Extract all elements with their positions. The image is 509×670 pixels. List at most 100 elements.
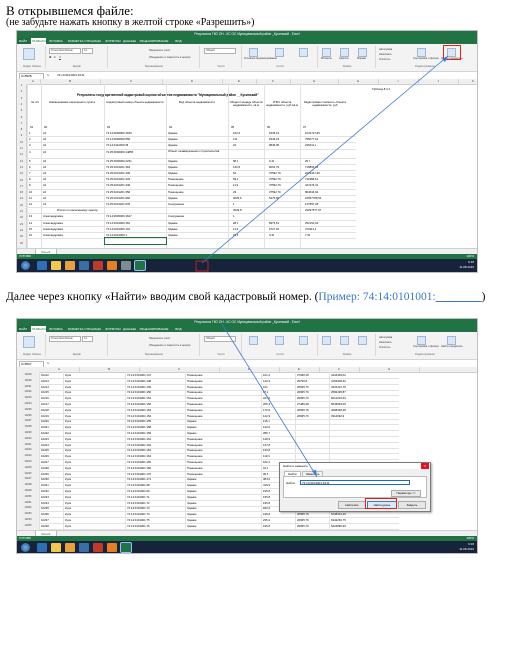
- sort-filter-icon[interactable]: [417, 336, 426, 345]
- row-number[interactable]: 12: [17, 153, 26, 156]
- excel-taskbar-icon[interactable]: [134, 260, 146, 271]
- row-number[interactable]: 10245: [17, 466, 39, 469]
- explorer-icon[interactable]: [51, 261, 61, 270]
- format-table-icon[interactable]: [275, 336, 284, 345]
- conditional-format-icon[interactable]: [249, 48, 258, 57]
- fill-button[interactable]: Заполнить: [379, 53, 392, 56]
- chrome-icon[interactable]: [93, 261, 103, 270]
- column-header[interactable]: D: [162, 79, 223, 84]
- column-header[interactable]: G: [359, 367, 420, 372]
- row-number[interactable]: 2: [17, 90, 26, 93]
- firefox-icon[interactable]: [107, 543, 117, 552]
- column-header[interactable]: I: [378, 79, 419, 84]
- chrome-icon[interactable]: [93, 543, 103, 552]
- bold-button[interactable]: Ж: [49, 56, 51, 59]
- font-name-select[interactable]: Times New Roman: [49, 336, 81, 342]
- row-number[interactable]: 10241: [17, 443, 39, 446]
- row-number[interactable]: 19: [17, 197, 26, 200]
- close-button[interactable]: Закрыть: [398, 501, 426, 509]
- selected-cell[interactable]: [104, 237, 167, 245]
- insert-cells-icon[interactable]: [322, 48, 331, 57]
- start-button-icon[interactable]: [21, 261, 30, 270]
- row-number[interactable]: 1: [17, 84, 26, 87]
- merge-center-button[interactable]: Объединить и поместить в центре: [149, 344, 190, 347]
- underline-button[interactable]: Ч: [59, 56, 61, 59]
- column-header[interactable]: C: [100, 79, 163, 84]
- row-number[interactable]: 10234: [17, 402, 39, 405]
- row-number[interactable]: 10238: [17, 425, 39, 428]
- delete-cells-icon[interactable]: [340, 48, 349, 57]
- wrap-text-button[interactable]: Переносить текст: [149, 337, 170, 340]
- number-format-select[interactable]: Общий: [204, 48, 236, 54]
- word-icon[interactable]: [79, 261, 89, 270]
- format-cells-icon[interactable]: [358, 336, 367, 345]
- explorer-icon[interactable]: [51, 543, 61, 552]
- sort-filter-icon[interactable]: [417, 48, 426, 57]
- column-header[interactable]: J: [418, 79, 459, 84]
- fill-button[interactable]: Заполнить: [379, 341, 392, 344]
- conditional-format-icon[interactable]: [249, 336, 258, 345]
- row-number[interactable]: 15: [17, 172, 26, 175]
- firefox-icon[interactable]: [107, 261, 117, 270]
- row-number[interactable]: 22: [17, 216, 26, 219]
- media-icon[interactable]: [65, 543, 75, 552]
- column-header[interactable]: D: [219, 367, 280, 372]
- row-number[interactable]: 10230: [17, 379, 39, 382]
- close-icon[interactable]: ×: [421, 463, 429, 469]
- cell-styles-icon[interactable]: [299, 48, 308, 57]
- row-number[interactable]: 26: [17, 242, 26, 245]
- row-number[interactable]: 10233: [17, 396, 39, 399]
- wrap-text-button[interactable]: Переносить текст: [149, 49, 170, 52]
- options-button[interactable]: Параметры >>: [391, 490, 421, 497]
- app-icon[interactable]: [121, 261, 131, 270]
- column-header[interactable]: F: [256, 79, 291, 84]
- find-select-icon[interactable]: [447, 336, 456, 345]
- row-number[interactable]: 25: [17, 235, 26, 238]
- find-all-button[interactable]: Найти все: [338, 501, 366, 509]
- ie-icon[interactable]: [37, 261, 47, 270]
- row-number[interactable]: 5: [17, 109, 26, 112]
- row-number[interactable]: 8: [17, 128, 26, 131]
- row-number[interactable]: 10248: [17, 483, 39, 486]
- row-number[interactable]: 10232: [17, 390, 39, 393]
- row-number[interactable]: 10252: [17, 506, 39, 509]
- row-number[interactable]: 24: [17, 229, 26, 232]
- cell-styles-icon[interactable]: [299, 336, 308, 345]
- format-table-icon[interactable]: [275, 48, 284, 57]
- row-number[interactable]: 16: [17, 179, 26, 182]
- row-number[interactable]: 9: [17, 134, 26, 137]
- autosum-button[interactable]: Автосумма: [379, 336, 392, 339]
- insert-cells-icon[interactable]: [322, 336, 331, 345]
- column-header[interactable]: G: [290, 79, 339, 84]
- merge-center-button[interactable]: Объединить и поместить в центре: [149, 56, 190, 59]
- row-number[interactable]: 10249: [17, 489, 39, 492]
- clear-button[interactable]: Очистить: [379, 346, 390, 349]
- font-size-select[interactable]: 12: [82, 48, 93, 54]
- paste-icon[interactable]: [23, 48, 35, 60]
- find-input[interactable]: 74:14:0101001:1011: [300, 480, 410, 485]
- font-size-select[interactable]: 12: [82, 336, 93, 342]
- font-name-select[interactable]: Times New Roman: [49, 48, 81, 54]
- row-number[interactable]: 10250: [17, 495, 39, 498]
- row-number[interactable]: 10246: [17, 472, 39, 475]
- autosum-button[interactable]: Автосумма: [379, 48, 392, 51]
- row-number[interactable]: 4: [17, 103, 26, 106]
- column-header[interactable]: A: [39, 367, 80, 372]
- row-number[interactable]: 10254: [17, 518, 39, 521]
- row-number[interactable]: 10242: [17, 448, 39, 451]
- excel-taskbar-icon[interactable]: [120, 542, 132, 553]
- row-number[interactable]: 10: [17, 141, 26, 144]
- row-number[interactable]: 10240: [17, 437, 39, 440]
- row-number[interactable]: 10239: [17, 431, 39, 434]
- column-header[interactable]: H: [338, 79, 379, 84]
- worksheet-grid[interactable]: ABCDEFGHIJK 1 2 3 4 5 6 7 8 9 10 11 12 13 14 15 16 17 18 1…: [17, 79, 477, 248]
- row-number[interactable]: 23: [17, 223, 26, 226]
- column-header[interactable]: K: [458, 79, 477, 84]
- delete-cells-icon[interactable]: [340, 336, 349, 345]
- row-number[interactable]: 10247: [17, 477, 39, 480]
- row-number[interactable]: 10236: [17, 414, 39, 417]
- row-number[interactable]: 10237: [17, 419, 39, 422]
- column-header[interactable]: C: [139, 367, 220, 372]
- column-header[interactable]: F: [319, 367, 360, 372]
- row-number[interactable]: 7: [17, 122, 26, 125]
